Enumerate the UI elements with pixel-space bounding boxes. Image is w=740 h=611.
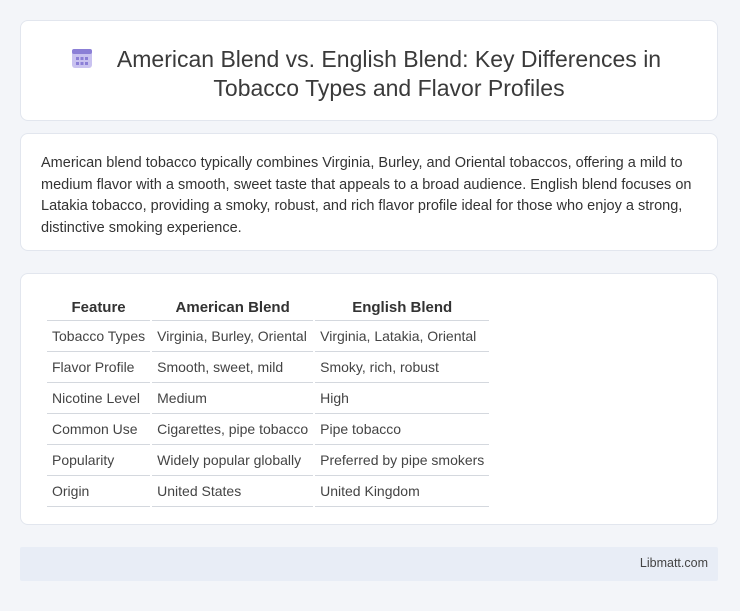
table-cell: United Kingdom	[315, 476, 490, 507]
table-cell: Popularity	[47, 445, 151, 476]
column-header-feature: Feature	[47, 295, 151, 321]
table-cell: Virginia, Burley, Oriental	[152, 321, 314, 352]
table-row: Nicotine Level Medium High	[47, 383, 490, 414]
table-cell: Cigarettes, pipe tobacco	[152, 414, 314, 445]
table-cell: Medium	[152, 383, 314, 414]
table-cell: Virginia, Latakia, Oriental	[315, 321, 490, 352]
table-row: Origin United States United Kingdom	[47, 476, 490, 507]
page-title: American Blend vs. English Blend: Key Di…	[116, 46, 662, 101]
footer-site-link[interactable]: Libmatt.com	[640, 556, 708, 570]
table-row: Flavor Profile Smooth, sweet, mild Smoky…	[47, 352, 490, 383]
table-cell: Common Use	[47, 414, 151, 445]
table-row: Tobacco Types Virginia, Burley, Oriental…	[47, 321, 490, 352]
summary-text: American blend tobacco typically combine…	[41, 155, 692, 236]
footer: Libmatt.com	[20, 547, 718, 581]
table-cell: High	[315, 383, 490, 414]
summary-card: American blend tobacco typically combine…	[20, 133, 718, 251]
table-cell: Pipe tobacco	[315, 414, 490, 445]
table-cell: Flavor Profile	[47, 352, 151, 383]
comparison-table: Feature American Blend English Blend Tob…	[45, 295, 491, 507]
table-cell: Preferred by pipe smokers	[315, 445, 490, 476]
title-card: American Blend vs. English Blend: Key Di…	[20, 20, 718, 121]
table-row: Popularity Widely popular globally Prefe…	[47, 445, 490, 476]
comparison-card: Feature American Blend English Blend Tob…	[20, 273, 718, 525]
table-cell: Widely popular globally	[152, 445, 314, 476]
column-header-american: American Blend	[152, 295, 314, 321]
table-cell: Smooth, sweet, mild	[152, 352, 314, 383]
table-row: Common Use Cigarettes, pipe tobacco Pipe…	[47, 414, 490, 445]
table-cell: United States	[152, 476, 314, 507]
table-cell: Smoky, rich, robust	[315, 352, 490, 383]
table-cell: Tobacco Types	[47, 321, 151, 352]
table-cell: Origin	[47, 476, 151, 507]
table-header-row: Feature American Blend English Blend	[47, 295, 490, 321]
column-header-english: English Blend	[315, 295, 490, 321]
table-cell: Nicotine Level	[47, 383, 151, 414]
